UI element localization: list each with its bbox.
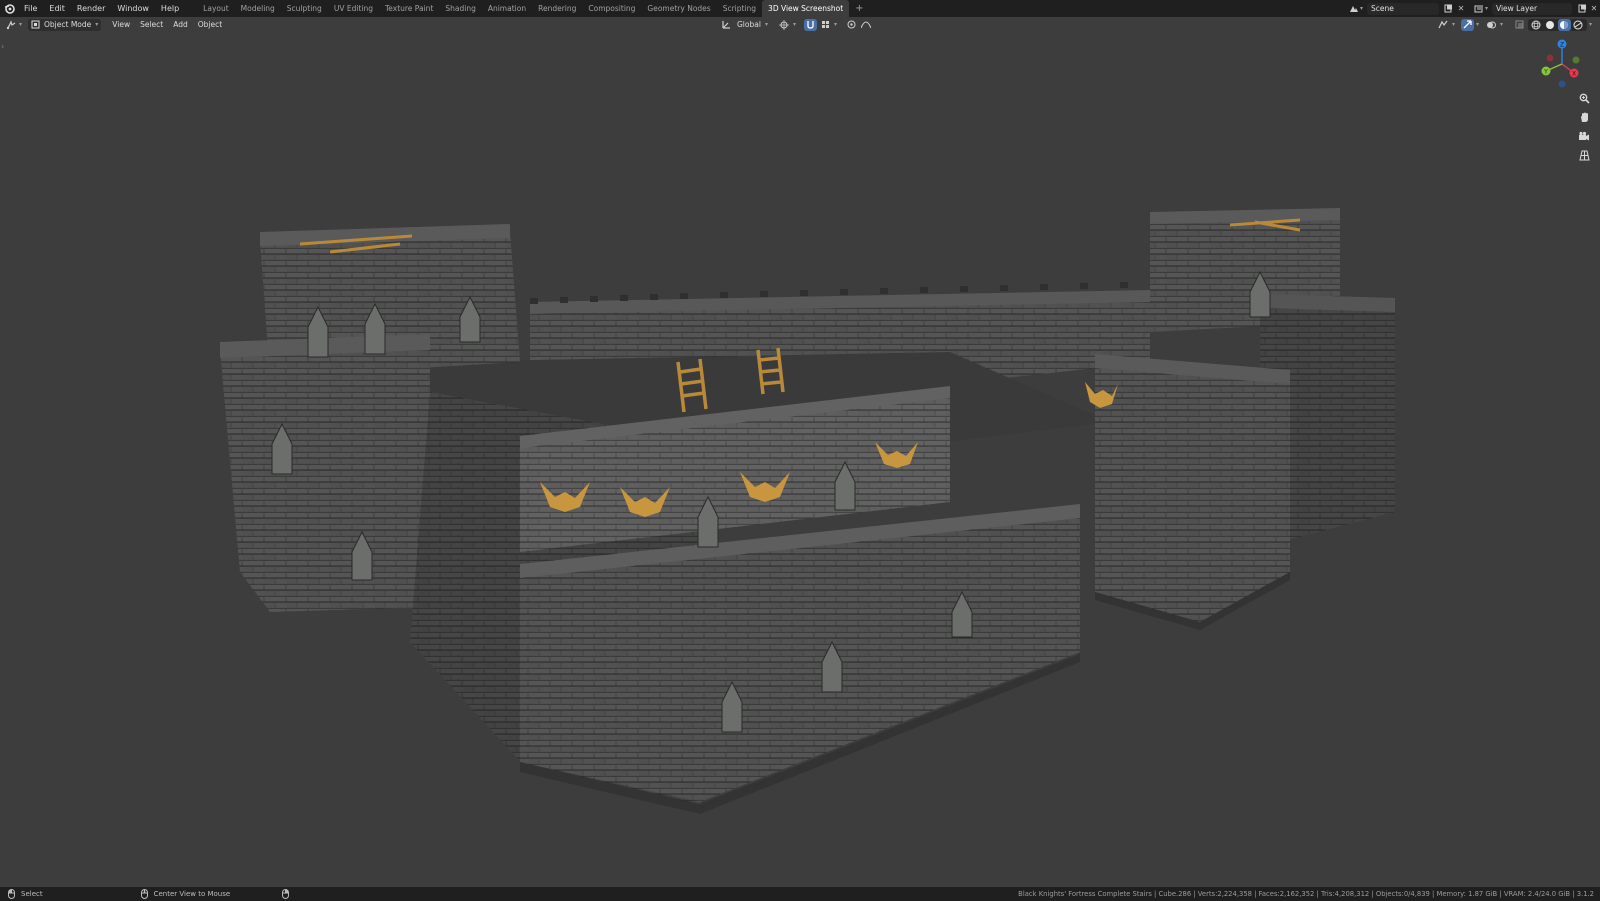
snap-target-icon[interactable] [819,19,832,31]
solid-shading-icon[interactable] [1544,19,1557,31]
menu-select[interactable]: Select [135,17,168,32]
view-layer-name-field[interactable]: View Layer [1492,2,1572,15]
view-layer-icon[interactable] [1473,3,1485,15]
tab-sculpting[interactable]: Sculpting [281,0,328,17]
menu-edit[interactable]: Edit [43,0,71,17]
material-preview-shading-icon[interactable] [1557,18,1571,31]
tab-rendering[interactable]: Rendering [532,0,582,17]
menu-window[interactable]: Window [111,0,155,17]
menu-render[interactable]: Render [71,0,111,17]
editor-type-icon[interactable]: ▾ [6,19,23,30]
wireframe-shading-icon[interactable] [1530,19,1543,31]
tab-uv-editing[interactable]: UV Editing [328,0,379,17]
menu-file[interactable]: File [18,0,43,17]
front-left-tower [220,334,430,612]
tab-3d-view-screenshot[interactable]: 3D View Screenshot [762,0,850,17]
status-bar: Select Center View to Mouse Black Knight… [0,887,1600,901]
pivot-point-icon[interactable] [778,19,791,31]
scene-name-field[interactable]: Scene [1366,2,1439,15]
status-hint-select: Select [8,889,43,899]
scene-statistics: Black Knights' Fortress Complete Stairs … [1018,890,1594,898]
overlays-toggle-icon[interactable] [1485,19,1498,31]
object-mode-icon [31,20,40,29]
add-workspace-button[interactable]: + [849,0,869,17]
pan-hand-icon[interactable] [1577,110,1591,124]
chevron-down-icon: ▾ [1475,21,1479,28]
front-right-tower [1095,354,1290,630]
viewport-header: ▾ Object Mode ▾ View Select Add Object G… [0,17,1600,32]
status-hint-right [282,889,290,899]
3d-viewport[interactable]: › Z X Y [0,32,1600,887]
mode-label: Object Mode [44,20,92,29]
status-hint-select-label: Select [21,890,43,898]
chevron-down-icon: ▾ [792,21,796,28]
zoom-icon[interactable] [1577,91,1591,105]
mode-dropdown[interactable]: Object Mode ▾ [28,18,102,31]
rendered-shading-icon[interactable] [1572,19,1585,31]
tab-texture-paint[interactable]: Texture Paint [379,0,439,17]
top-bar: File Edit Render Window Help Layout Mode… [0,0,1600,17]
selectability-visibility-icon[interactable] [1437,19,1450,31]
tab-shading[interactable]: Shading [439,0,481,17]
shading-mode-group [1527,18,1587,31]
chevron-down-icon: ▾ [764,21,768,28]
chevron-down-icon: ▾ [1499,21,1503,28]
close-view-layer-icon[interactable]: ✕ [1588,3,1600,15]
x-axis-label: X [1572,71,1576,78]
xray-toggle-icon[interactable] [1513,19,1526,31]
chevron-down-icon: ▾ [1451,21,1455,28]
tab-layout[interactable]: Layout [197,0,235,17]
chevron-down-icon: ▾ [95,21,99,28]
transform-orientation-dropdown[interactable]: Global [735,17,763,32]
status-hint-center-view: Center View to Mouse [140,889,231,899]
transform-orientation-icon[interactable] [720,19,733,31]
y-axis-label: Y [1543,69,1548,76]
mouse-right-icon [282,889,290,899]
chevron-down-icon: ▾ [833,21,837,28]
tab-animation[interactable]: Animation [482,0,532,17]
chevron-down-icon: ▾ [1359,5,1363,12]
z-axis-label: Z [1560,42,1564,49]
proportional-falloff-icon[interactable] [860,19,873,31]
tab-compositing[interactable]: Compositing [582,0,641,17]
castle-model-render [220,208,1395,814]
perspective-toggle-icon[interactable] [1577,148,1591,162]
scene-selector-icon[interactable] [1348,3,1360,15]
mouse-middle-icon [140,889,148,899]
chevron-down-icon: ▾ [1588,21,1592,28]
menu-object[interactable]: Object [193,17,227,32]
camera-view-icon[interactable] [1577,129,1591,143]
tab-geometry-nodes[interactable]: Geometry Nodes [641,0,716,17]
blender-logo-icon[interactable] [0,3,18,14]
new-scene-icon[interactable] [1443,3,1455,15]
status-hint-center-view-label: Center View to Mouse [153,890,231,898]
snap-toggle-icon[interactable] [803,18,817,31]
tab-scripting[interactable]: Scripting [717,0,762,17]
mouse-left-icon [8,889,15,899]
menu-help[interactable]: Help [155,0,185,17]
chevron-down-icon: ▾ [1484,5,1488,12]
menu-add[interactable]: Add [168,17,193,32]
tab-modeling[interactable]: Modeling [235,0,281,17]
navigation-gizmo[interactable]: Z X Y [1540,38,1584,90]
proportional-editing-icon[interactable] [845,19,858,31]
menu-view[interactable]: View [107,17,135,32]
chevron-down-icon: ▾ [19,21,23,28]
new-view-layer-icon[interactable] [1576,3,1588,15]
gizmo-toggle-icon[interactable] [1460,18,1474,31]
close-scene-icon[interactable]: ✕ [1455,3,1467,15]
